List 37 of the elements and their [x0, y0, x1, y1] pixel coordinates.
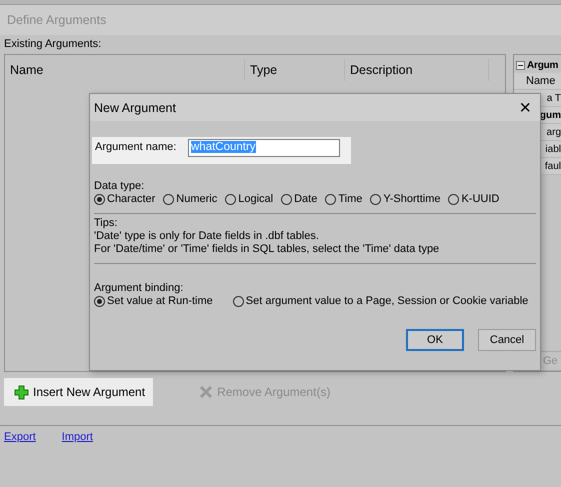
window-title: Define Arguments [7, 13, 106, 27]
ok-button[interactable]: OK [406, 329, 464, 351]
dialog-title: New Argument [94, 100, 176, 114]
radio-button[interactable]: Time [325, 193, 362, 205]
tip-text: 'Date' type is only for Date fields in .dbf tables. [94, 230, 320, 242]
column-header[interactable]: Type [245, 59, 345, 81]
collapse-icon[interactable] [516, 60, 525, 70]
property-label: gum [540, 110, 561, 120]
property-label: a T [546, 92, 561, 104]
property-label: iabl [545, 144, 561, 154]
section-label: Existing Arguments: [4, 38, 102, 52]
radio-button[interactable]: Numeric [163, 193, 218, 205]
property-label: faul [544, 160, 561, 172]
link[interactable]: Export [4, 431, 36, 443]
column-header[interactable]: Name [5, 59, 245, 81]
close-button[interactable]: × [510, 96, 540, 118]
link[interactable]: Import [62, 431, 93, 443]
plus-icon [14, 384, 29, 400]
property-label: Name [526, 75, 556, 87]
insert-button[interactable]: Insert New Argument [4, 378, 154, 406]
radio-button[interactable]: K-UUID [448, 193, 500, 205]
radio-button[interactable]: Set value at Run-time [94, 295, 213, 307]
group-label: Data type: [94, 180, 146, 192]
group-label: Tips: [94, 217, 118, 229]
radio-button[interactable]: Date [281, 193, 318, 205]
radio-button[interactable]: Set argument value to a Page, Session or Cookie variable [232, 295, 528, 307]
radio-button[interactable]: Character [94, 193, 156, 205]
cross-icon [199, 385, 214, 399]
category-label: Argum [527, 60, 558, 70]
group-label: Argument binding: [94, 282, 184, 294]
column-header[interactable]: Description [345, 59, 489, 81]
radio-button[interactable]: Y-Shorttime [370, 193, 440, 205]
cancel-button[interactable]: Cancel [478, 329, 536, 351]
property-label: arg [546, 126, 561, 138]
radio-button[interactable]: Logical [225, 193, 274, 205]
field-label: Argument name: [95, 141, 178, 153]
tip-text: For 'Date/time' or 'Time' fields in SQL tables, select the 'Time' data type [94, 243, 440, 255]
